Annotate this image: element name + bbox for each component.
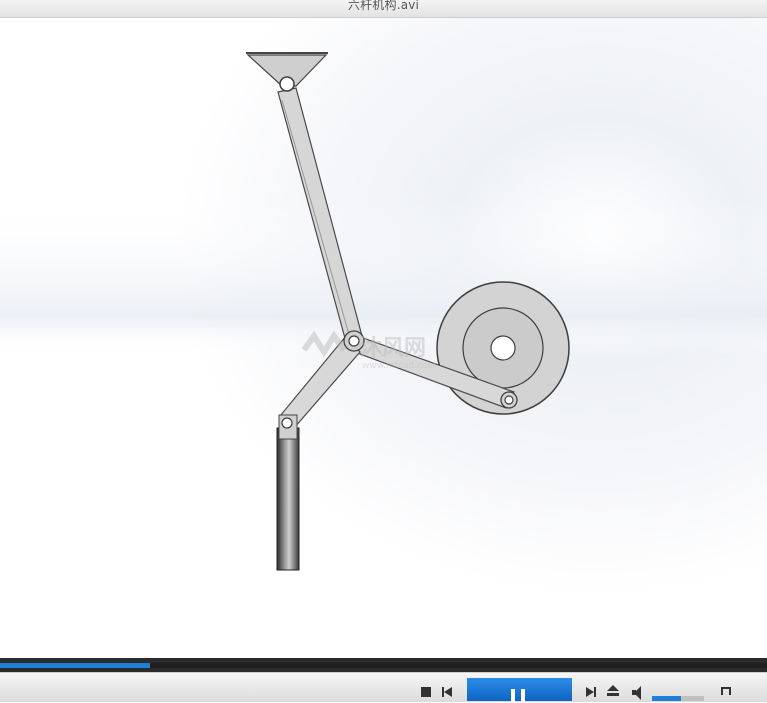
play-pause-button[interactable] xyxy=(467,678,572,703)
crank-bore xyxy=(490,335,516,361)
mechanism-scene: 沐风网 www.mfcad.com xyxy=(0,18,767,658)
title-bar: 六杆机构.avi xyxy=(0,0,767,18)
joint-ground-pin xyxy=(279,76,295,92)
fullscreen-icon[interactable] xyxy=(720,681,734,695)
slider-cylinder xyxy=(276,427,300,571)
eject-icon[interactable] xyxy=(606,681,620,696)
joint-slider-pin xyxy=(281,417,293,429)
joint-middle-pin xyxy=(348,335,360,347)
watermark-logo-text: 沐风网 xyxy=(360,336,426,361)
seek-bar[interactable] xyxy=(0,658,767,672)
stop-icon[interactable] xyxy=(420,681,434,697)
seek-progress xyxy=(0,663,150,668)
joint-crank-pin xyxy=(504,395,514,405)
previous-icon[interactable] xyxy=(440,681,454,697)
background-band xyxy=(0,200,767,460)
next-icon[interactable] xyxy=(585,681,599,697)
volume-level xyxy=(652,696,681,701)
window-title: 六杆机构.avi xyxy=(347,0,420,12)
video-viewport[interactable]: 沐风网 www.mfcad.com xyxy=(0,18,767,658)
volume-slider[interactable] xyxy=(652,696,704,701)
watermark-url: www.mfcad.com xyxy=(362,361,436,371)
volume-icon[interactable] xyxy=(632,681,646,700)
